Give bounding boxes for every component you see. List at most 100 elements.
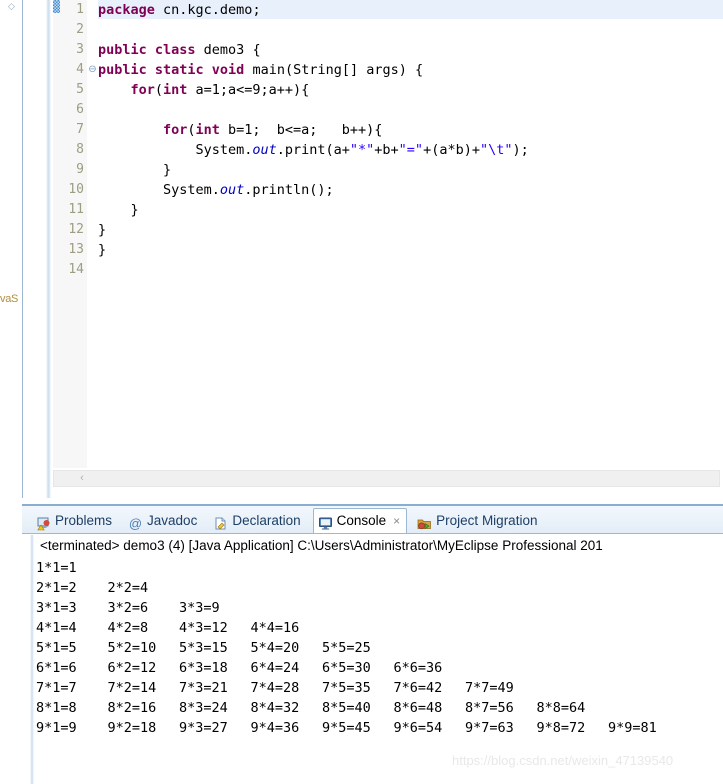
tab-javadoc[interactable]: @ Javadoc — [124, 508, 203, 534]
console-cell: 7*7=49 — [465, 680, 514, 696]
code-token: out — [219, 182, 245, 198]
code-line[interactable]: public class demo3 { — [98, 40, 261, 60]
console-cell: 6*1=6 — [36, 660, 77, 676]
console-cell: 8*7=56 — [465, 700, 514, 716]
console-cell: 8*2=16 — [107, 700, 157, 716]
console-cell: 1*1=1 — [36, 560, 77, 576]
console-cell: 8*8=64 — [536, 700, 586, 716]
console-cell: 7*1=7 — [36, 680, 77, 696]
console-cell: 7*2=14 — [107, 680, 157, 696]
code-line[interactable]: } — [163, 160, 171, 180]
scroll-left-arrow-icon[interactable]: ‹ — [75, 471, 89, 486]
line-number-ruler: 1 2 3 4 5 6 7 8 9 10 11 12 13 14 — [60, 0, 87, 468]
fold-slot — [87, 160, 98, 180]
code-token: } — [162, 162, 172, 178]
code-token: int — [195, 122, 220, 138]
console-output-text[interactable]: 1*1=1 2*1=2 2*2=4 3*1=3 3*2=6 3*3=9 4*1=4 4*2=8… — [36, 535, 723, 784]
code-line[interactable]: public static void main(String[] args) { — [98, 60, 423, 80]
folding-ruler[interactable]: ⊖ — [87, 0, 98, 468]
fold-slot — [87, 140, 98, 160]
code-token: package — [98, 2, 155, 18]
line-number: 13 — [68, 242, 84, 257]
fold-slot — [87, 220, 98, 240]
code-token: public static void — [98, 62, 245, 78]
code-token: System. — [195, 142, 253, 158]
console-cell: 9*3=27 — [179, 720, 228, 736]
tab-console[interactable]: Console × — [312, 508, 408, 534]
console-cell: 4*2=8 — [107, 620, 149, 636]
code-token: +(a*b)+ — [423, 142, 480, 158]
java-editor[interactable]: 1 2 3 4 5 6 7 8 9 10 11 12 13 14 ⊖ package cn.kgc.dem… — [22, 0, 723, 498]
tab-label: Javadoc — [147, 513, 198, 528]
code-token: "\t" — [479, 142, 513, 158]
console-cell: 9*2=18 — [107, 720, 157, 736]
code-token: a=1;a<=9;a++){ — [187, 82, 310, 98]
tab-label: Console — [336, 513, 387, 528]
editor-left-sash[interactable] — [46, 0, 51, 498]
javadoc-at-icon: @ — [128, 514, 143, 531]
console-cell: 5*3=15 — [179, 640, 228, 656]
code-token: "=" — [398, 142, 424, 158]
console-line: 4*1=4 4*2=8 4*3=12 4*4=16 — [36, 618, 723, 638]
console-left-rail — [30, 535, 34, 784]
line-number: 1 — [76, 2, 84, 17]
fold-slot — [87, 0, 98, 20]
code-line[interactable]: System.out.println(); — [163, 180, 334, 200]
code-token: public class — [98, 42, 196, 58]
code-token: main(String[] args) { — [244, 62, 424, 78]
editor-horizontal-scrollbar[interactable] — [53, 470, 720, 487]
line-number: 8 — [76, 142, 84, 157]
line-number: 14 — [68, 262, 84, 277]
code-token: b=1; b<=a; b++){ — [219, 122, 383, 138]
code-token: ); — [512, 142, 529, 158]
tab-close-icon[interactable]: × — [393, 508, 400, 534]
console-cell: 2*2=4 — [107, 580, 149, 596]
line-number: 10 — [68, 182, 84, 197]
fold-slot — [87, 80, 98, 100]
console-cell: 5*5=25 — [322, 640, 371, 656]
console-cell: 4*1=4 — [36, 620, 77, 636]
code-line[interactable]: } — [98, 240, 106, 260]
fold-slot — [87, 40, 98, 60]
console-line: 1*1=1 — [36, 558, 723, 578]
minimized-view-label[interactable]: vaS — [0, 293, 22, 305]
code-token: .println(); — [244, 182, 334, 198]
code-line[interactable]: } — [98, 220, 106, 240]
line-number: 4 — [76, 62, 84, 77]
code-line[interactable]: System.out.print(a+"*"+b+"="+(a*b)+"\t")… — [195, 140, 528, 160]
code-token: int — [163, 82, 188, 98]
code-line[interactable]: for(int a=1;a<=9;a++){ — [130, 80, 309, 100]
code-line[interactable]: package cn.kgc.demo; — [98, 0, 261, 20]
console-line: 8*1=8 8*2=16 8*3=24 8*4=32 8*5=40 8*6=48 8*7=5… — [36, 698, 723, 718]
code-line[interactable]: } — [130, 200, 138, 220]
code-token: } — [98, 242, 107, 258]
code-token: for — [162, 122, 188, 138]
fold-slot — [87, 100, 98, 120]
code-token: out — [252, 142, 277, 158]
tab-project-migration[interactable]: Project Migration — [413, 508, 543, 534]
console-view[interactable]: <terminated> demo3 (4) [Java Application… — [22, 534, 723, 784]
line-number: 7 — [76, 122, 84, 137]
console-cell: 8*5=40 — [322, 700, 371, 716]
collapse-chevron-icon[interactable]: ◇ — [8, 1, 15, 12]
fold-collapse-icon[interactable]: ⊖ — [87, 60, 98, 80]
console-cell: 5*1=5 — [36, 640, 77, 656]
view-tab-bar[interactable]: Problems @ Javadoc Declaration Console × Proje… — [22, 506, 723, 534]
console-cell: 6*3=18 — [179, 660, 228, 676]
console-cell: 4*3=12 — [179, 620, 228, 636]
tab-problems[interactable]: Problems — [32, 508, 118, 534]
line-number: 2 — [76, 22, 84, 37]
line-number: 11 — [68, 202, 84, 217]
console-cell: 9*4=36 — [250, 720, 300, 736]
console-line: 5*1=5 5*2=10 5*3=15 5*4=20 5*5=25 — [36, 638, 723, 658]
code-token: +b+ — [374, 142, 399, 158]
console-cell: 9*6=54 — [393, 720, 443, 736]
svg-text:@: @ — [129, 516, 142, 531]
code-text-area[interactable]: package cn.kgc.demo; public class demo3 {… — [98, 0, 723, 468]
bottom-view-stack: Problems @ Javadoc Declaration Console × Proje… — [22, 504, 723, 784]
tab-declaration[interactable]: Declaration — [209, 508, 306, 534]
code-token: for — [130, 82, 155, 98]
console-cell: 7*6=42 — [393, 680, 443, 696]
console-icon — [318, 514, 333, 530]
code-line[interactable]: for(int b=1; b<=a; b++){ — [163, 120, 382, 140]
